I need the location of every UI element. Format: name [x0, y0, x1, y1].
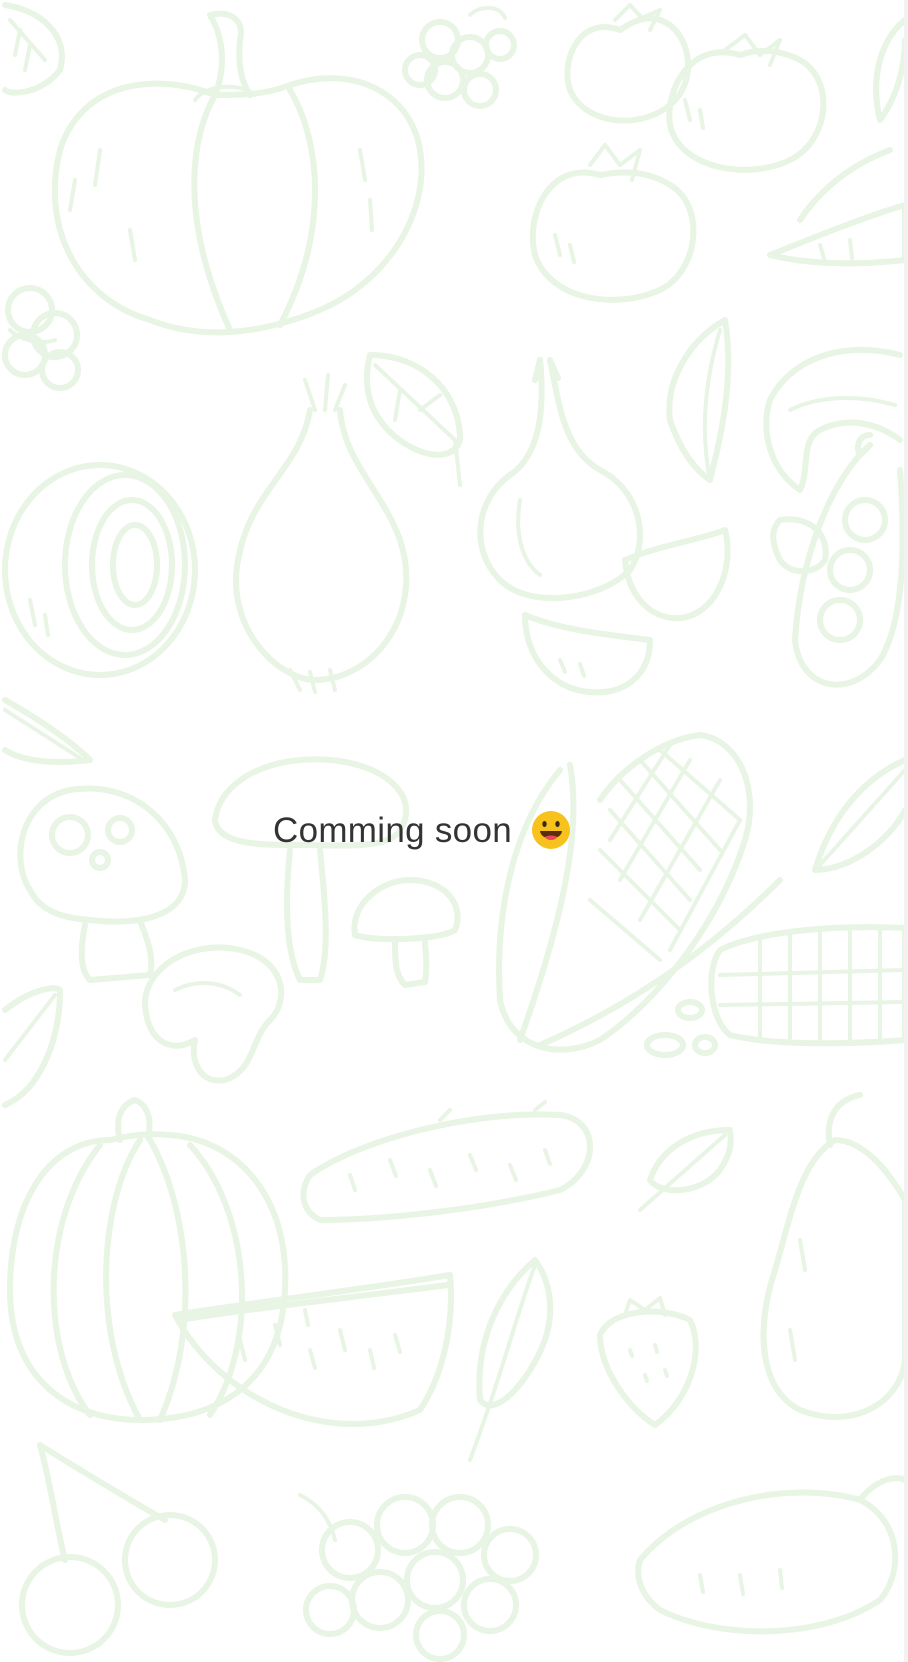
banana-icon — [763, 347, 903, 493]
leaf-icon — [2, 2, 65, 96]
strawberry-icon — [597, 1296, 699, 1428]
melon-icon — [7, 1097, 289, 1423]
broccoli-icon — [2, 285, 81, 391]
leaf-icon — [666, 317, 732, 483]
tomato-icon — [529, 143, 697, 303]
pea-pod-icon — [792, 432, 906, 688]
leaf-icon — [873, 17, 908, 123]
cherry-icon — [19, 1442, 218, 1656]
leaf-icon — [2, 985, 63, 1108]
carrot-icon — [767, 147, 908, 267]
mushroom-slice-icon — [142, 944, 285, 1084]
garlic-icon — [477, 357, 643, 602]
sweet-potato-icon — [635, 1475, 908, 1635]
coming-soon-message: Comming soon — [0, 806, 908, 854]
grinning-face-with-tongue-icon — [531, 811, 570, 849]
corn-icon — [496, 732, 783, 1053]
mushroom-icon — [212, 756, 409, 983]
mushroom-icon — [351, 877, 461, 988]
message-content: Comming soon — [273, 810, 571, 850]
leaf-icon — [2, 697, 93, 765]
basil-leaf-icon — [364, 352, 463, 487]
pumpkin-icon — [51, 10, 425, 336]
coming-soon-text: Comming soon — [273, 810, 512, 850]
raspberry-icon — [402, 5, 517, 109]
onion-slice-icon — [2, 462, 198, 678]
pea-pod-icon — [770, 516, 829, 575]
cucumber-icon — [300, 1100, 593, 1223]
tomato-icon — [666, 33, 827, 173]
garlic-clove-icon — [522, 527, 731, 696]
coming-soon-screen: Comming soon — [0, 0, 908, 1662]
pear-icon — [760, 1092, 908, 1420]
leaf-icon — [638, 1127, 734, 1212]
grapes-icon — [298, 1493, 539, 1662]
herb-icon — [468, 1257, 554, 1462]
corn-cob-icon — [644, 924, 908, 1058]
